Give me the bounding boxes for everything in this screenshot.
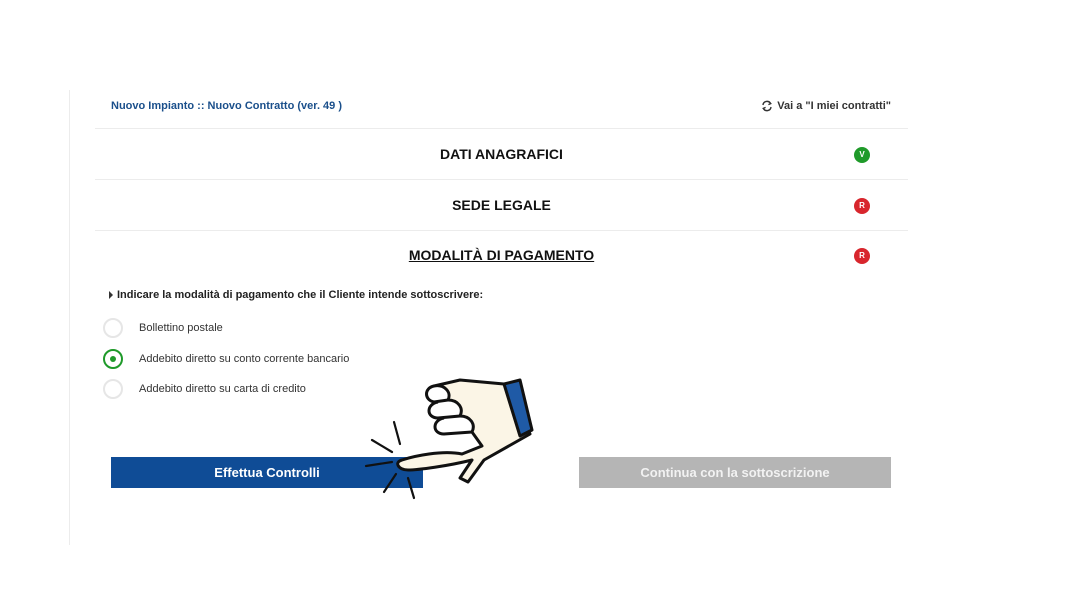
divider xyxy=(95,128,908,129)
section-title[interactable]: SEDE LEGALE xyxy=(95,197,908,213)
my-contracts-label: Vai a "I miei contratti" xyxy=(777,100,891,112)
payment-option-bollettino[interactable]: Bollettino postale xyxy=(103,315,223,341)
divider xyxy=(95,230,908,231)
continue-button[interactable]: Continua con la sottoscrizione xyxy=(579,457,891,488)
payment-option-carta-credito[interactable]: Addebito diretto su carta di credito xyxy=(103,376,306,402)
status-badge-required: R xyxy=(854,198,870,214)
refresh-icon xyxy=(762,100,773,112)
contract-page: Nuovo Impianto :: Nuovo Contratto (ver. … xyxy=(0,0,1080,607)
section-dati-anagrafici[interactable]: DATI ANAGRAFICI V xyxy=(95,139,908,169)
page-border xyxy=(69,90,70,545)
section-modalita-pagamento[interactable]: MODALITÀ DI PAGAMENTO R xyxy=(95,240,908,270)
payment-option-conto-corrente[interactable]: Addebito diretto su conto corrente banca… xyxy=(103,346,349,372)
divider xyxy=(95,179,908,180)
radio-button-selected[interactable] xyxy=(103,349,123,369)
caret-right-icon xyxy=(109,291,113,299)
payment-instruction-text: Indicare la modalità di pagamento che il… xyxy=(117,289,484,301)
payment-option-label: Addebito diretto su conto corrente banca… xyxy=(139,353,350,365)
my-contracts-link[interactable]: Vai a "I miei contratti" xyxy=(761,100,891,112)
section-title[interactable]: MODALITÀ DI PAGAMENTO xyxy=(95,247,908,263)
payment-option-label: Bollettino postale xyxy=(139,322,223,334)
page-title-link[interactable]: Nuovo Impianto :: Nuovo Contratto (ver. … xyxy=(111,100,342,112)
check-button[interactable]: Effettua Controlli xyxy=(111,457,423,488)
section-title[interactable]: DATI ANAGRAFICI xyxy=(95,146,908,162)
payment-instruction: Indicare la modalità di pagamento che il… xyxy=(109,289,483,301)
status-badge-required: R xyxy=(854,248,870,264)
header-bar: Nuovo Impianto :: Nuovo Contratto (ver. … xyxy=(111,100,891,116)
radio-button[interactable] xyxy=(103,318,123,338)
section-sede-legale[interactable]: SEDE LEGALE R xyxy=(95,190,908,220)
payment-option-label: Addebito diretto su carta di credito xyxy=(139,383,306,395)
radio-button[interactable] xyxy=(103,379,123,399)
status-badge-valid: V xyxy=(854,147,870,163)
